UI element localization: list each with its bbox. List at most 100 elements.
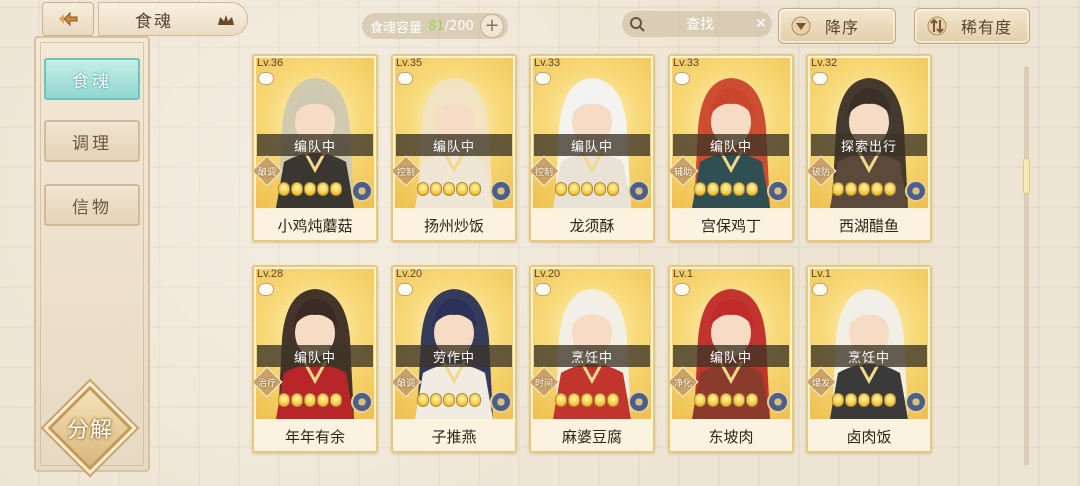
outfit-shape (553, 364, 631, 419)
star-icon (417, 182, 429, 196)
food-soul-card[interactable]: Lv.20 劳作中 酿调 子推燕 (391, 265, 517, 453)
back-arrow-icon (59, 11, 78, 27)
rarity-medal-icon (490, 180, 512, 202)
outfit-shape (830, 153, 908, 208)
role-label: 酿调 (257, 168, 276, 178)
star-icon (845, 393, 857, 407)
star-rating (694, 182, 758, 196)
food-soul-card[interactable]: Lv.33 编队中 辅助 宫保鸡丁 (668, 54, 794, 242)
side-tab-label: 调理 (72, 133, 112, 154)
food-soul-card[interactable]: Lv.33 编队中 控制 龙须酥 (529, 54, 655, 242)
star-icon (720, 182, 732, 196)
star-icon (278, 182, 290, 196)
back-button[interactable] (42, 2, 94, 36)
star-icon (469, 393, 481, 407)
search-input[interactable]: 查找 ✕ (622, 11, 772, 37)
status-banner: 编队中 (257, 134, 373, 156)
star-rating (417, 182, 481, 196)
star-icon (568, 182, 580, 196)
star-icon (456, 393, 468, 407)
level-label: Lv.36 (257, 57, 284, 69)
sort-by-rarity-label: 稀有度 (961, 18, 1013, 37)
character-name: 子推燕 (393, 421, 515, 451)
chat-bubble-icon (812, 72, 828, 85)
sort-by-rarity-button[interactable]: 稀有度 (914, 8, 1030, 44)
status-banner: 编队中 (673, 134, 789, 156)
sort-order-label: 降序 (825, 18, 860, 37)
sort-arrows-icon (927, 16, 947, 36)
star-icon (720, 393, 732, 407)
level-label: Lv.1 (811, 268, 831, 280)
star-icon (871, 393, 883, 407)
outfit-shape (415, 153, 493, 208)
star-icon (304, 182, 316, 196)
star-icon (291, 182, 303, 196)
star-rating (278, 182, 342, 196)
food-soul-card[interactable]: Lv.35 编队中 控制 扬州炒饭 (391, 54, 517, 242)
level-label: Lv.33 (534, 57, 561, 69)
food-soul-card[interactable]: Lv.20 烹饪中 时间 麻婆豆腐 (529, 265, 655, 453)
level-label: Lv.33 (673, 57, 700, 69)
scrollbar-thumb[interactable] (1023, 158, 1030, 194)
top-bar: 食魂 食魂容量 81 /200 + 查找 ✕ 降序 稀有度 (0, 0, 1080, 46)
star-rating (278, 393, 342, 407)
star-icon (746, 393, 758, 407)
chat-bubble-icon (812, 283, 828, 296)
chat-bubble-icon (258, 283, 274, 296)
outfit-shape (830, 364, 908, 419)
search-placeholder: 查找 (686, 17, 714, 33)
level-label: Lv.32 (811, 57, 838, 69)
role-label: 控制 (396, 168, 415, 178)
capacity-max: /200 (444, 18, 474, 34)
star-icon (707, 393, 719, 407)
star-icon (330, 182, 342, 196)
star-icon (469, 182, 481, 196)
star-icon (555, 182, 567, 196)
character-name: 宫保鸡丁 (670, 210, 792, 240)
side-tab-seasoning[interactable]: 调理 (44, 120, 140, 162)
star-icon (555, 393, 567, 407)
level-label: Lv.20 (396, 268, 423, 280)
side-tab-food-soul[interactable]: 食魂 (44, 58, 140, 100)
food-soul-card[interactable]: Lv.1 编队中 净化 东坡肉 (668, 265, 794, 453)
page-title: 食魂 (135, 11, 173, 32)
food-soul-card[interactable]: Lv.36 编队中 酿调 小鸡炖蘑菇 (252, 54, 378, 242)
star-icon (832, 182, 844, 196)
chat-bubble-icon (535, 72, 551, 85)
scrollbar[interactable] (1023, 66, 1030, 466)
star-icon (746, 182, 758, 196)
star-icon (581, 182, 593, 196)
food-soul-card[interactable]: Lv.32 探索出行 破防 西湖醋鱼 (806, 54, 932, 242)
character-name: 扬州炒饭 (393, 210, 515, 240)
level-label: Lv.35 (396, 57, 423, 69)
level-label: Lv.20 (534, 268, 561, 280)
status-banner: 烹饪中 (534, 345, 650, 367)
outfit-shape (553, 153, 631, 208)
decompose-label: 分解 (66, 418, 113, 443)
status-banner: 编队中 (673, 345, 789, 367)
rarity-medal-icon (490, 391, 512, 413)
star-rating (832, 182, 896, 196)
character-name: 年年有余 (254, 421, 376, 451)
star-icon (278, 393, 290, 407)
plus-icon: + (484, 15, 500, 36)
side-tab-keepsake[interactable]: 信物 (44, 184, 140, 226)
rarity-medal-icon (767, 180, 789, 202)
food-soul-card[interactable]: Lv.28 编队中 治疗 年年有余 (252, 265, 378, 453)
outfit-shape (692, 153, 770, 208)
triangle-down-icon (791, 16, 811, 36)
rarity-medal-icon (905, 180, 927, 202)
rarity-medal-icon (351, 180, 373, 202)
expand-capacity-button[interactable]: + (480, 14, 504, 38)
search-icon (624, 11, 650, 37)
star-icon (858, 182, 870, 196)
star-icon (568, 393, 580, 407)
clear-search-icon[interactable]: ✕ (750, 13, 772, 35)
status-banner: 烹饪中 (811, 345, 927, 367)
sort-order-button[interactable]: 降序 (778, 8, 896, 44)
star-rating (555, 182, 619, 196)
star-icon (694, 182, 706, 196)
star-icon (417, 393, 429, 407)
food-soul-card[interactable]: Lv.1 烹饪中 爆发 卤肉饭 (806, 265, 932, 453)
decompose-button[interactable]: 分解 (47, 385, 133, 471)
